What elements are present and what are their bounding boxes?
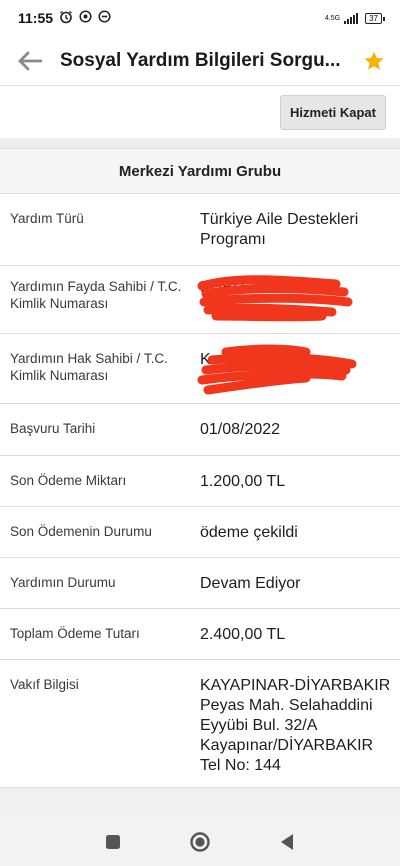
table-row: Son Ödeme Miktarı 1.200,00 TL: [0, 456, 400, 507]
table-row: Son Ödemenin Durumu ödeme çekildi: [0, 507, 400, 558]
row-label: Son Ödemenin Durumu: [10, 524, 152, 539]
row-label: Başvuru Tarihi: [10, 421, 96, 436]
network-type: 4.5G: [324, 14, 341, 22]
row-value: Türkiye Aile Destekleri Programı: [200, 211, 359, 248]
signal-icon: [344, 12, 359, 24]
row-label: Yardımın Durumu: [10, 575, 116, 590]
table-row: Yardımın Durumu Devam Ediyor: [0, 558, 400, 609]
status-time: 11:55: [18, 10, 54, 26]
row-label: Yardım Türü: [10, 211, 84, 226]
system-nav-bar: [0, 818, 400, 866]
row-label: Vakıf Bilgisi: [10, 677, 79, 692]
sync-icon: [79, 10, 92, 26]
table-row: Vakıf Bilgisi KAYAPINAR-DİYARBAKIR Peyas…: [0, 660, 400, 788]
aid-info-card: Merkezi Yardımı Grubu Yardım Türü Türkiy…: [0, 148, 400, 788]
row-label: Yardımın Fayda Sahibi / T.C. Kimlik Numa…: [10, 279, 182, 311]
row-value: 01/08/2022: [200, 421, 281, 438]
alarm-icon: [59, 10, 73, 27]
row-label: Son Ödeme Miktarı: [10, 473, 127, 488]
redaction-mark: [197, 275, 353, 322]
star-icon[interactable]: [360, 47, 388, 75]
redaction-mark: [197, 344, 357, 395]
row-value: Devam Ediyor: [200, 575, 301, 592]
square-nav-icon[interactable]: [102, 831, 124, 853]
action-bar: Hizmeti Kapat: [0, 86, 400, 138]
home-nav-icon[interactable]: [189, 831, 211, 853]
table-row: Yardımın Fayda Sahibi / T.C. Kimlik Numa…: [0, 266, 400, 334]
row-label: Toplam Ödeme Tutarı: [10, 626, 140, 641]
table-row: Toplam Ödeme Tutarı 2.400,00 TL: [0, 609, 400, 660]
section-header: Merkezi Yardımı Grubu: [0, 148, 400, 194]
status-bar: 11:55 4.5G 37: [0, 0, 400, 36]
table-row: Başvuru Tarihi 01/08/2022: [0, 404, 400, 456]
battery-level: 37: [369, 13, 378, 23]
app-bar: Sosyal Yardım Bilgileri Sorgu...: [0, 36, 400, 86]
close-service-button[interactable]: Hizmeti Kapat: [280, 94, 386, 130]
battery-icon: 37: [365, 12, 385, 24]
back-arrow-icon[interactable]: [14, 45, 46, 77]
back-nav-icon[interactable]: [276, 831, 298, 853]
row-value: KAYAPINAR-DİYARBAKIR Peyas Mah. Selahadd…: [200, 677, 391, 774]
row-value: ödeme çekildi: [200, 524, 298, 541]
row-value: 1.200,00 TL: [200, 473, 286, 490]
table-row: Yardımın Hak Sahibi / T.C. Kimlik Numara…: [0, 334, 400, 404]
table-row: Yardım Türü Türkiye Aile Destekleri Prog…: [0, 194, 400, 266]
row-label: Yardımın Hak Sahibi / T.C. Kimlik Numara…: [10, 351, 168, 383]
divider: [0, 138, 400, 148]
page-title: Sosyal Yardım Bilgileri Sorgu...: [60, 49, 341, 71]
dnd-icon: [98, 10, 111, 26]
row-value: 2.400,00 TL: [200, 626, 286, 643]
